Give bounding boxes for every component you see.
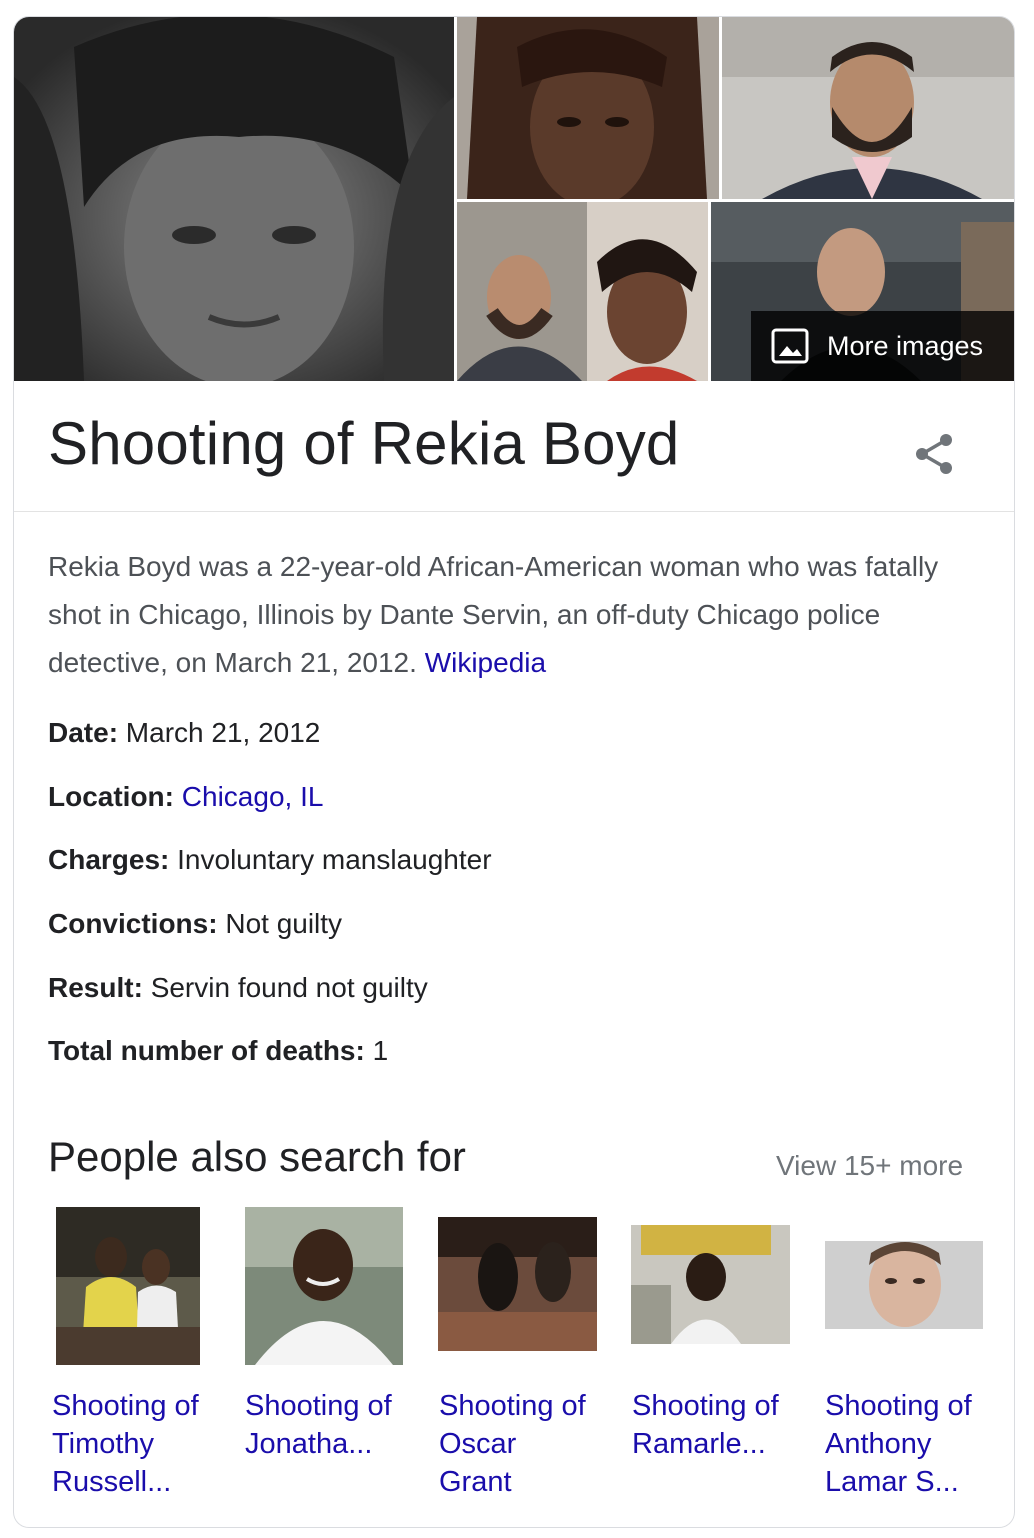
related-entity-label: Shooting of Anthony Lamar S... (825, 1387, 1003, 1501)
photo-thumb-2[interactable] (722, 17, 1014, 199)
fact-value: Involuntary manslaughter (177, 844, 492, 875)
related-entity-label: Shooting of Jonatha... (245, 1387, 423, 1463)
label-line-2: Ramarle... (632, 1428, 766, 1460)
related-entity-thumbnail (631, 1225, 790, 1344)
fact-total-deaths: Total number of deaths: 1 (48, 1035, 388, 1067)
fact-label: Result: (48, 972, 143, 1003)
related-entity-thumbnail (825, 1241, 983, 1329)
label-line-2: Jonatha... (245, 1428, 373, 1460)
fact-result: Result: Servin found not guilty (48, 972, 428, 1004)
label-line-3: Grant (439, 1466, 512, 1498)
label-line-2: Oscar (439, 1428, 517, 1460)
label-line-3: Russell... (52, 1466, 172, 1498)
title-row: Shooting of Rekia Boyd (14, 381, 1014, 512)
related-entity-label: Shooting of Timothy Russell... (52, 1387, 230, 1501)
related-entity-thumbnail (438, 1217, 597, 1351)
label-line-1: Shooting of (245, 1390, 392, 1422)
label-line-3: Lamar S... (825, 1466, 959, 1498)
fact-value: Servin found not guilty (150, 972, 428, 1003)
people-also-search-heading: People also search for (48, 1133, 466, 1180)
view-more-link[interactable]: View 15+ more (776, 1150, 963, 1182)
label-line-1: Shooting of (825, 1390, 972, 1422)
label-line-1: Shooting of (439, 1390, 586, 1422)
panel-title: Shooting of Rekia Boyd (48, 410, 680, 477)
fact-value: 1 (372, 1035, 389, 1066)
label-line-1: Shooting of (52, 1390, 199, 1422)
fact-label: Charges: (48, 844, 170, 875)
fact-label: Total number of deaths: (48, 1035, 365, 1066)
label-line-2: Anthony (825, 1428, 932, 1460)
photo-thumb-3[interactable] (457, 202, 708, 381)
related-entity-thumbnail (56, 1207, 200, 1365)
fact-label: Date: (48, 717, 119, 748)
image-icon (771, 328, 809, 364)
more-images-label: More images (827, 330, 984, 361)
fact-convictions: Convictions: Not guilty (48, 908, 342, 940)
related-entity-thumbnail (245, 1207, 403, 1365)
fact-charges: Charges: Involuntary manslaughter (48, 844, 492, 876)
fact-location: Location: Chicago, IL (48, 781, 323, 813)
more-images-button[interactable]: More images (751, 311, 1014, 381)
location-link[interactable]: Chicago, IL (182, 781, 324, 812)
label-line-1: Shooting of (632, 1390, 779, 1422)
fact-date: Date: March 21, 2012 (48, 717, 320, 749)
related-entity-label: Shooting of Oscar Grant (439, 1387, 617, 1501)
image-collage: More images (14, 17, 1014, 381)
wikipedia-link[interactable]: Wikipedia (425, 647, 546, 678)
share-icon[interactable] (910, 429, 960, 479)
fact-label: Location: (48, 781, 174, 812)
fact-value: March 21, 2012 (125, 717, 321, 748)
knowledge-panel: More images Shooting of Rekia Boyd Rekia… (13, 16, 1015, 1528)
description: Rekia Boyd was a 22-year-old African-Ame… (48, 543, 978, 687)
main-photo[interactable] (14, 17, 454, 381)
fact-value: Not guilty (225, 908, 343, 939)
related-entity-label: Shooting of Ramarle... (632, 1387, 810, 1463)
photo-thumb-1[interactable] (457, 17, 719, 199)
fact-label: Convictions: (48, 908, 218, 939)
label-line-2: Timothy (52, 1428, 155, 1460)
